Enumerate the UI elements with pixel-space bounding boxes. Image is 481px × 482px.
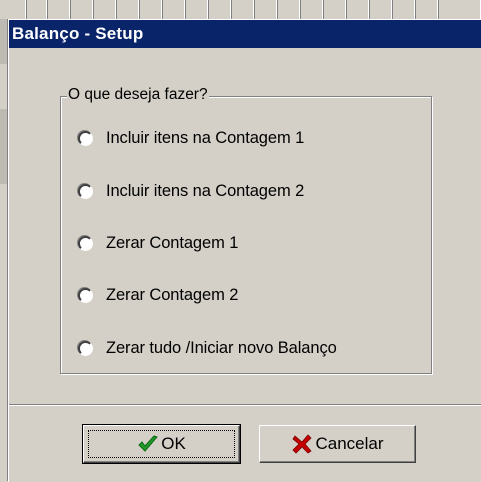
radio-label: Incluir itens na Contagem 1: [106, 128, 305, 147]
background-cell: [415, 0, 438, 19]
groupbox-caption: O que deseja fazer?: [67, 85, 209, 105]
radio-label: Incluir itens na Contagem 2: [106, 181, 305, 200]
radio-label: Zerar Contagem 1: [106, 233, 239, 252]
title-bar[interactable]: Balanço - Setup: [9, 20, 481, 48]
background-cell: [346, 0, 369, 19]
radio-button-icon[interactable]: [78, 235, 93, 251]
background-cell: [277, 0, 300, 19]
radio-option-incluir-contagem-2[interactable]: Incluir itens na Contagem 2: [78, 180, 304, 202]
radio-button-icon[interactable]: [78, 130, 93, 146]
radio-option-zerar-contagem-2[interactable]: Zerar Contagem 2: [78, 284, 238, 306]
background-cell: [323, 0, 346, 19]
radio-option-zerar-tudo[interactable]: Zerar tudo /Iniciar novo Balanço: [78, 337, 337, 359]
background-window-edge: [0, 19, 8, 481]
background-cell: [47, 0, 70, 19]
background-cell: [162, 0, 185, 19]
red-x-icon: [292, 434, 313, 454]
background-segment: [0, 19, 7, 64]
background-cell: [254, 0, 277, 19]
background-cell: [26, 0, 47, 19]
background-cell: [231, 0, 254, 19]
background-cell: [139, 0, 162, 19]
background-cell: [185, 0, 208, 19]
background-cell: [70, 0, 93, 19]
focus-rectangle: [88, 430, 235, 458]
ok-button[interactable]: OK: [82, 424, 241, 464]
radio-button-icon[interactable]: [78, 287, 93, 303]
setup-dialog: Balanço - Setup O que deseja fazer? Incl…: [8, 19, 481, 482]
radio-button-icon[interactable]: [78, 340, 93, 356]
cancel-label: Cancelar: [315, 434, 384, 453]
background-cell: [0, 0, 26, 19]
radio-label: Zerar tudo /Iniciar novo Balanço: [106, 338, 337, 357]
background-segment: [0, 109, 7, 184]
background-window-strip: [0, 0, 481, 20]
background-cell: [369, 0, 392, 19]
radio-option-incluir-contagem-1[interactable]: Incluir itens na Contagem 1: [78, 127, 304, 149]
background-cell: [93, 0, 116, 19]
radio-button-icon[interactable]: [78, 183, 93, 199]
cancel-button[interactable]: Cancelar: [259, 425, 416, 463]
background-cell: [438, 0, 481, 19]
background-cell: [208, 0, 231, 19]
radio-label: Zerar Contagem 2: [106, 285, 239, 304]
radio-option-zerar-contagem-1[interactable]: Zerar Contagem 1: [78, 232, 238, 254]
separator: [9, 404, 481, 406]
background-cell: [300, 0, 323, 19]
background-cell: [392, 0, 415, 19]
background-cell: [116, 0, 139, 19]
window-title: Balanço - Setup: [12, 24, 144, 43]
